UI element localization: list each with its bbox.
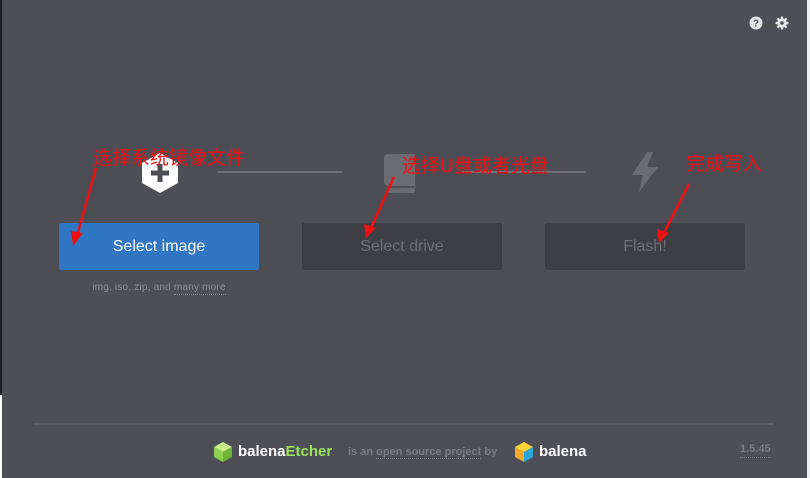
- footer-divider: [33, 423, 773, 425]
- lightning-bolt-icon: [632, 152, 658, 192]
- many-more-link[interactable]: many more: [173, 282, 226, 295]
- version-label[interactable]: 1.5.45: [740, 443, 771, 458]
- etcher-brand[interactable]: balenaEtcher: [238, 443, 332, 460]
- select-image-button[interactable]: Select image: [59, 223, 259, 270]
- balena-cube-icon: [515, 442, 533, 462]
- etcher-cube-icon: [214, 442, 232, 462]
- settings-gear-icon[interactable]: [774, 15, 790, 31]
- step-connector-1: [218, 171, 342, 173]
- annotation-select-image: 选择系统镜像文件: [93, 147, 246, 169]
- annotation-select-drive: 选择U盘或者光盘: [402, 155, 549, 177]
- annotation-flash: 完成写入: [686, 153, 763, 175]
- balena-brand[interactable]: balena: [539, 443, 587, 460]
- svg-text:?: ?: [753, 19, 759, 30]
- open-source-link[interactable]: open source project: [376, 446, 482, 459]
- etcher-brand-accent: Etcher: [285, 443, 333, 460]
- open-source-note: is an open source project by: [348, 446, 498, 459]
- formats-text: img, iso, zip, and: [92, 282, 171, 293]
- select-drive-button[interactable]: Select drive: [302, 223, 502, 270]
- oss-post: by: [484, 446, 498, 458]
- etcher-brand-prefix: balena: [238, 443, 286, 460]
- supported-formats: img, iso, zip, and many more: [59, 282, 259, 295]
- help-icon[interactable]: ?: [748, 15, 764, 31]
- oss-pre: is an: [348, 446, 374, 458]
- flash-button[interactable]: Flash!: [545, 223, 745, 270]
